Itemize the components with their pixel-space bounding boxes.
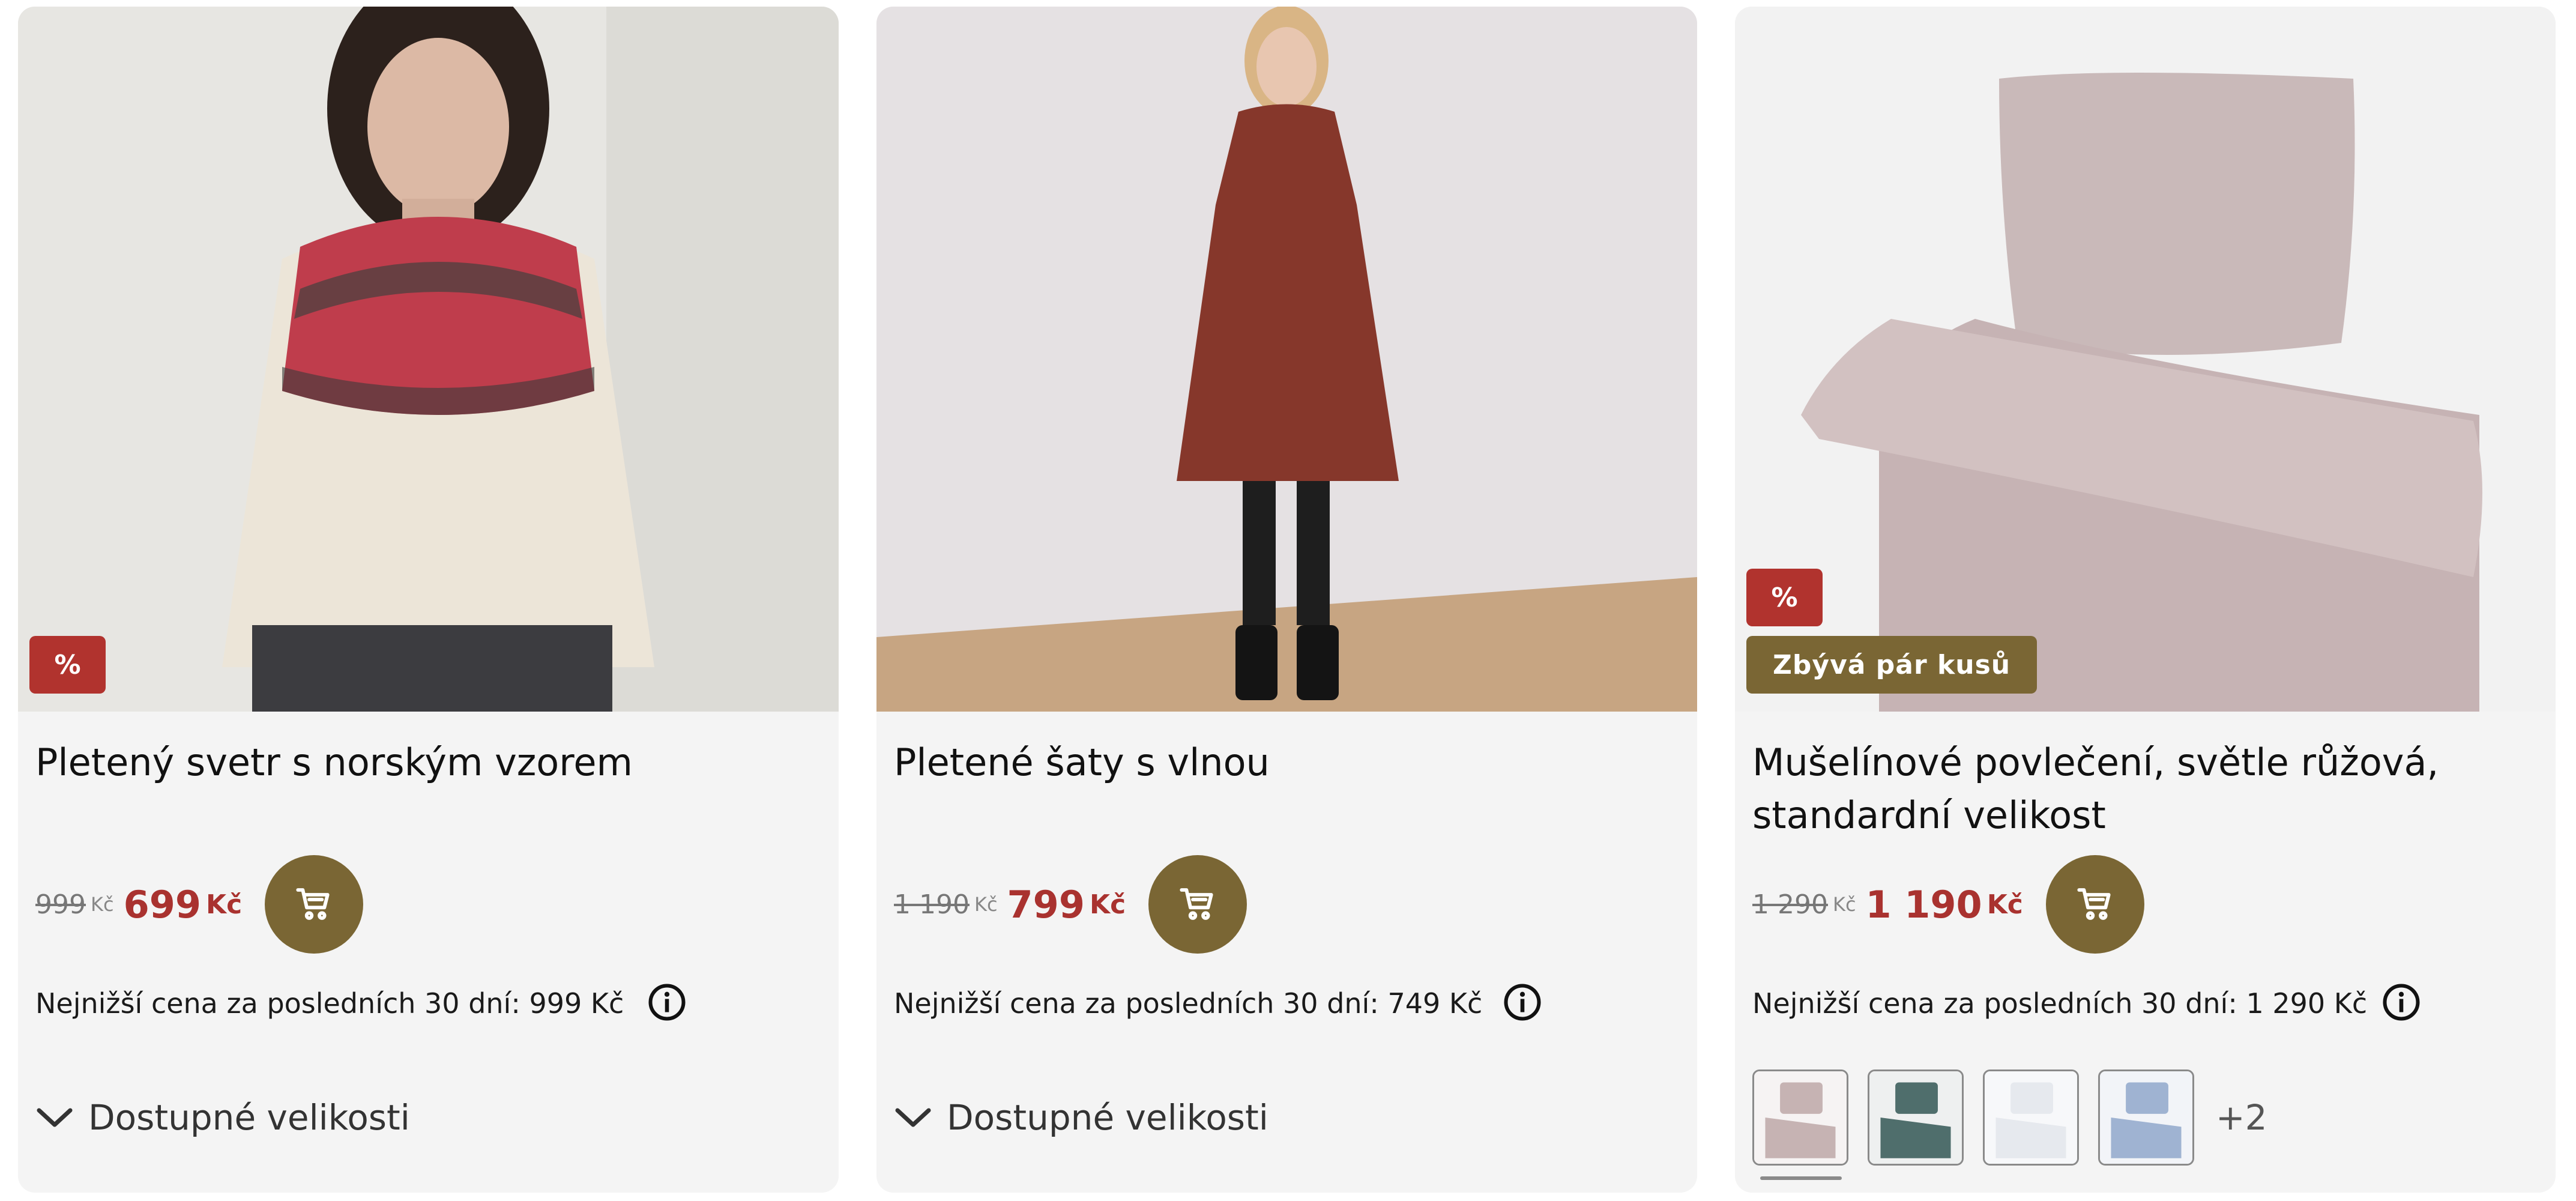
sale-price-currency: Kč	[1986, 889, 2023, 920]
color-swatch-light-pink[interactable]	[1752, 1069, 1848, 1166]
info-icon[interactable]	[2381, 982, 2421, 1022]
product-card[interactable]: % Zbývá pár kusů Mušelínové povlečení, s…	[1735, 7, 2556, 1193]
old-price: 1 190	[894, 889, 970, 920]
product-card[interactable]: % Pletený svetr s norským vzorem 999 Kč …	[18, 7, 839, 1193]
product-card[interactable]: Pletené šaty s vlnou 1 190 Kč 799 Kč Nej…	[876, 7, 1697, 1193]
price-row: 1 190 Kč 799 Kč	[894, 850, 1247, 958]
info-icon[interactable]	[1503, 982, 1542, 1022]
available-sizes-toggle[interactable]: Dostupné velikosti	[35, 1091, 410, 1145]
color-swatch-light-blue[interactable]	[2098, 1069, 2194, 1166]
product-title[interactable]: Mušelínové povlečení, světle růžová, sta…	[1752, 736, 2533, 842]
add-to-cart-button[interactable]	[1148, 855, 1247, 954]
available-sizes-label: Dostupné velikosti	[88, 1097, 410, 1138]
selected-swatch-indicator	[1760, 1176, 1842, 1180]
more-colors-count[interactable]: +2	[2216, 1097, 2267, 1138]
discount-badge: %	[29, 636, 106, 694]
sale-price: 1 190	[1865, 882, 1982, 927]
price-row: 999 Kč 699 Kč	[35, 850, 364, 958]
lowest-price-note: Nejnižší cena za posledních 30 dní: 999 …	[35, 987, 624, 1020]
shopping-cart-icon	[1180, 888, 1213, 920]
available-sizes-label: Dostupné velikosti	[947, 1097, 1268, 1138]
product-image[interactable]: %	[18, 7, 839, 712]
low-stock-badge: Zbývá pár kusů	[1746, 636, 2038, 694]
sale-price-currency: Kč	[205, 889, 243, 920]
add-to-cart-button[interactable]	[265, 855, 364, 954]
lowest-price-note: Nejnižší cena za posledních 30 dní: 1 29…	[1752, 987, 2368, 1020]
old-price-currency: Kč	[1832, 893, 1856, 916]
color-swatch-white[interactable]	[1983, 1069, 2079, 1166]
info-icon[interactable]	[647, 982, 687, 1022]
color-swatch-teal[interactable]	[1868, 1069, 1964, 1166]
product-image[interactable]: % Zbývá pár kusů	[1735, 7, 2556, 712]
color-swatches: +2	[1752, 1069, 2267, 1166]
old-price: 999	[35, 889, 86, 920]
sale-price-currency: Kč	[1089, 889, 1126, 920]
shopping-cart-icon	[296, 888, 330, 920]
old-price-currency: Kč	[974, 893, 998, 916]
old-price-currency: Kč	[90, 893, 114, 916]
chevron-down-icon	[37, 1108, 73, 1127]
product-title[interactable]: Pletený svetr s norským vzorem	[35, 736, 816, 789]
chevron-down-icon	[895, 1108, 931, 1127]
discount-badge: %	[1746, 569, 1823, 626]
available-sizes-toggle[interactable]: Dostupné velikosti	[894, 1091, 1268, 1145]
price-row: 1 290 Kč 1 190 Kč	[1752, 850, 2144, 958]
sale-price: 699	[123, 882, 201, 927]
shopping-cart-icon	[2077, 888, 2111, 920]
old-price: 1 290	[1752, 889, 1828, 920]
sale-price: 799	[1007, 882, 1085, 927]
product-image[interactable]	[876, 7, 1697, 712]
lowest-price-note: Nejnižší cena za posledních 30 dní: 749 …	[894, 987, 1483, 1020]
add-to-cart-button[interactable]	[2045, 855, 2144, 954]
product-title[interactable]: Pletené šaty s vlnou	[894, 736, 1674, 789]
